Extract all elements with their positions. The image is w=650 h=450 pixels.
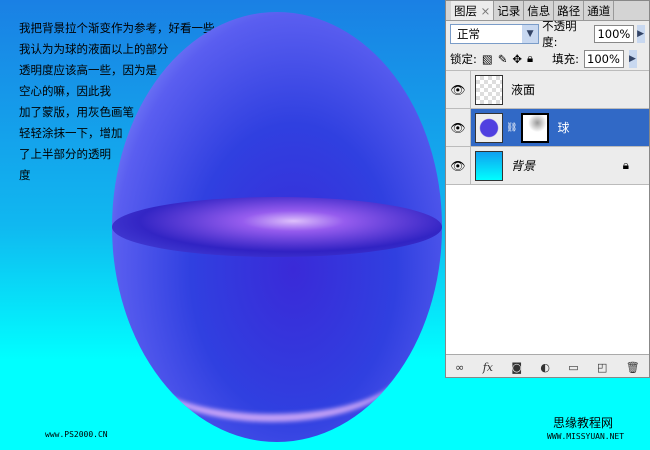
lock-transparency-icon[interactable]: ▧: [482, 52, 493, 66]
panel-footer: ∞ fx ◙ ◐ ▭ ◰ 🗑︎: [446, 355, 649, 379]
lock-position-icon[interactable]: ✥: [512, 52, 522, 66]
layer-name: 液面: [511, 83, 536, 97]
opacity-label: 不透明度:: [542, 19, 577, 49]
lock-all-icon[interactable]: 🔒︎: [527, 51, 533, 66]
layer-thumbnail: [475, 112, 503, 143]
lock-icon: 🔒︎: [622, 158, 629, 172]
folder-icon[interactable]: ▭: [568, 361, 578, 374]
fill-label: 填充:: [552, 51, 580, 66]
layer-row-background[interactable]: 👁︎ 背景 🔒︎: [446, 147, 649, 185]
blend-mode-select[interactable]: 正常 ▼: [450, 24, 540, 44]
adjustment-icon[interactable]: ◐: [540, 361, 550, 374]
blend-mode-value: 正常: [457, 27, 480, 41]
lock-label: 锁定:: [450, 51, 477, 66]
layer-thumbnail: [475, 150, 503, 181]
chevron-down-icon: ▼: [522, 25, 539, 43]
glass-sphere-canvas: [112, 12, 442, 442]
lock-paint-icon[interactable]: ✎: [498, 52, 508, 66]
link-icon[interactable]: ∞: [455, 361, 464, 374]
opacity-input[interactable]: 100%: [594, 25, 635, 43]
tab-history[interactable]: 记录: [494, 1, 525, 20]
layer-mask-thumbnail[interactable]: [521, 112, 550, 143]
layers-panel: 图层 × 记录 信息 路径 通道 正常 ▼ 不透明度: 100% ▶ 锁定: ▧ …: [445, 0, 650, 378]
eye-icon[interactable]: 👁︎: [446, 147, 471, 184]
tab-layers[interactable]: 图层 ×: [451, 1, 495, 20]
opacity-slider-arrow-icon[interactable]: ▶: [637, 25, 645, 43]
layer-name: 背景: [511, 159, 536, 173]
layer-list: 👁︎ 液面 👁︎ ⛓ 球 👁︎ 背景 🔒︎: [446, 71, 649, 355]
trash-icon[interactable]: 🗑︎: [626, 361, 640, 374]
liquid-surface: [112, 197, 442, 257]
sphere-glow: [142, 312, 402, 422]
fill-input[interactable]: 100%: [584, 49, 625, 68]
close-icon[interactable]: ×: [481, 4, 491, 18]
fx-icon[interactable]: fx: [483, 361, 493, 374]
layer-thumbnail: [475, 74, 503, 105]
mask-icon[interactable]: ◙: [511, 361, 522, 374]
fill-slider-arrow-icon[interactable]: ▶: [629, 49, 638, 68]
note-line: 我把背景拉个渐变作为参考，好看一些: [19, 21, 215, 35]
new-layer-icon[interactable]: ◰: [597, 361, 607, 374]
watermark-missyuan-url: WWW.MISSYUAN.NET: [547, 432, 625, 441]
eye-icon[interactable]: 👁︎: [446, 71, 471, 108]
eye-icon[interactable]: 👁︎: [446, 109, 471, 146]
watermark-missyuan-title: 思缘教程网: [553, 416, 614, 430]
chain-link-icon[interactable]: ⛓: [506, 123, 517, 133]
tab-label: 图层: [454, 4, 477, 18]
watermark-ps2000: www.PS2000.CN: [45, 430, 108, 439]
layer-row-liquid[interactable]: 👁︎ 液面: [446, 71, 649, 109]
layer-row-ball[interactable]: 👁︎ ⛓ 球: [446, 109, 649, 147]
layer-name: 球: [557, 121, 570, 135]
